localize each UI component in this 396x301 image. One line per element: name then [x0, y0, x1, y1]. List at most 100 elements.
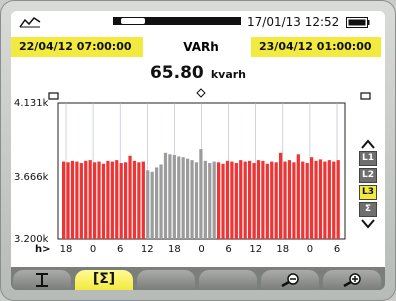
right-cursor-marker [360, 92, 371, 100]
bar [70, 160, 75, 239]
softkey-bar: [Σ] [11, 267, 385, 290]
bar [296, 154, 300, 239]
bar [239, 160, 243, 239]
bar [79, 163, 83, 239]
bar [279, 152, 283, 239]
reading-value: 65.80 [149, 63, 204, 83]
bar [128, 155, 132, 239]
x-tick-label: 6 [334, 244, 340, 255]
x-tick-label: 0 [307, 244, 313, 255]
bar [146, 170, 150, 239]
bar [252, 163, 256, 239]
bar [283, 161, 287, 239]
zoom-in-icon [343, 273, 361, 287]
x-tick-label: 12 [249, 244, 262, 255]
bar [150, 171, 154, 239]
phase-sum[interactable]: Σ [359, 202, 377, 217]
bar [132, 160, 137, 239]
x-tick-label: 18 [60, 244, 73, 255]
phase-l3[interactable]: L3 [359, 185, 377, 200]
bar [332, 161, 336, 239]
bar [115, 160, 119, 239]
bar [261, 160, 265, 239]
bar [186, 158, 190, 239]
bar [203, 160, 207, 239]
bar [265, 163, 269, 239]
x-tick-label: 0 [90, 244, 96, 255]
reading-unit: kvarh [210, 68, 247, 81]
energy-bar-chart[interactable]: 4.131k3.666k3.200kh> 18 0 6 12 18 0 6 12 18 0 6 [11, 87, 385, 265]
waveform-icon [19, 17, 41, 28]
x-tick-label: 18 [276, 244, 289, 255]
phase-selector[interactable]: L1 L2 L3 Σ [357, 139, 379, 229]
bar [110, 161, 114, 239]
bar [93, 162, 97, 239]
y-tick-label: 3.666k [14, 172, 49, 183]
battery-icon [346, 17, 370, 28]
softkey-4[interactable] [199, 270, 257, 290]
x-tick-label: 18 [168, 244, 181, 255]
x-tick-label: 6 [225, 244, 231, 255]
bar [327, 160, 331, 239]
phase-l1[interactable]: L1 [359, 151, 377, 166]
bar [323, 161, 327, 239]
bar [270, 161, 274, 239]
softkey-sum-label: [Σ] [92, 271, 116, 287]
bar [305, 163, 309, 239]
status-datetime: 17/01/13 12:52 [247, 15, 340, 29]
bar [292, 162, 296, 239]
status-bar: 17/01/13 12:52 [11, 11, 385, 33]
x-axis-prefix: h> [35, 244, 51, 255]
bar [248, 160, 252, 239]
left-cursor-marker [48, 92, 59, 100]
bar [208, 163, 212, 239]
bar [163, 152, 168, 239]
bar [212, 161, 216, 239]
softkey-cursor[interactable] [13, 270, 71, 290]
bar [141, 161, 145, 239]
bar [190, 160, 194, 239]
x-tick-label: 6 [117, 244, 123, 255]
screen: 17/01/13 12:52 22/04/12 07:00:00 VARh 23… [11, 11, 385, 290]
bar [88, 160, 92, 239]
cursor-position-marker [196, 88, 206, 98]
cursor-icon [36, 273, 48, 287]
bar [256, 160, 261, 239]
bar [75, 161, 79, 239]
softkey-3[interactable] [137, 270, 195, 290]
chevron-up-icon[interactable] [360, 139, 376, 149]
bar [301, 161, 305, 239]
recording-progress-icon [113, 17, 241, 25]
bar [62, 161, 66, 239]
softkey-zoom-out[interactable] [261, 270, 319, 290]
cursor-reading: 65.80 kvarh [131, 63, 265, 83]
softkey-sum[interactable]: [Σ] [75, 270, 133, 290]
bar [243, 161, 247, 239]
date-range-bar: 22/04/12 07:00:00 VARh 23/04/12 01:00:00 [11, 37, 385, 57]
bar [168, 154, 172, 239]
range-end: 23/04/12 01:00:00 [251, 37, 381, 57]
measurement-mode: VARh [183, 40, 219, 54]
bar [314, 160, 318, 239]
device-frame: 17/01/13 12:52 22/04/12 07:00:00 VARh 23… [0, 0, 396, 301]
bar [172, 155, 176, 239]
bar [137, 162, 141, 239]
phase-l2[interactable]: L2 [359, 168, 377, 183]
bar [199, 149, 203, 239]
x-tick-label: 12 [141, 244, 154, 255]
bar [230, 161, 234, 239]
chevron-down-icon[interactable] [360, 219, 376, 229]
range-start: 22/04/12 07:00:00 [11, 37, 143, 57]
y-tick-label: 4.131k [14, 98, 49, 109]
bar [97, 161, 101, 239]
bar [101, 163, 106, 239]
bar [66, 162, 70, 239]
bar [310, 157, 314, 239]
bar [159, 164, 163, 239]
bar [221, 163, 225, 239]
bar [287, 160, 292, 239]
softkey-zoom-in[interactable] [323, 270, 381, 290]
bar [181, 157, 185, 239]
bar [336, 160, 340, 239]
bar [84, 160, 88, 239]
